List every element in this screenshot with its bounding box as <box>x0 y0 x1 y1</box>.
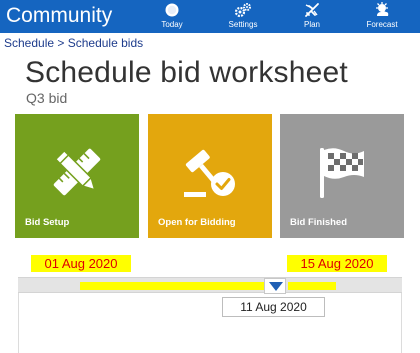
timeline-area <box>18 293 402 353</box>
nav-plan[interactable]: Plan <box>287 2 337 30</box>
nav-forecast[interactable]: Forecast <box>357 2 407 30</box>
nav-settings-label: Settings <box>228 20 258 29</box>
triangle-down-icon <box>269 282 283 291</box>
bid-setup-label: Bid Setup <box>25 217 70 228</box>
nav-plan-label: Plan <box>303 20 320 29</box>
bid-end-date: 15 Aug 2020 <box>287 255 387 272</box>
gavel-check-icon <box>182 144 238 200</box>
breadcrumb-separator: > <box>54 36 68 50</box>
page-title: Schedule bid worksheet <box>25 56 348 89</box>
breadcrumb-schedule-link[interactable]: Schedule <box>4 36 54 50</box>
open-for-bidding-tile[interactable]: Open for Bidding <box>148 114 272 238</box>
timeline-current-marker[interactable] <box>264 278 286 294</box>
nav-forecast-label: Forecast <box>366 20 398 29</box>
weather-forecast-icon <box>357 2 407 18</box>
bid-finished-label: Bid Finished <box>290 217 347 228</box>
nav-today[interactable]: Today <box>147 2 197 30</box>
breadcrumb: Schedule > Schedule bids <box>4 36 143 50</box>
sun-icon <box>147 2 197 18</box>
pencil-ruler-icon <box>49 144 105 200</box>
nav-settings[interactable]: Settings <box>218 2 268 30</box>
app-title: Community <box>6 4 113 27</box>
bid-setup-tile[interactable]: Bid Setup <box>15 114 139 238</box>
app-header: Community Today Settings Plan Forecast <box>0 0 420 33</box>
bid-start-date: 01 Aug 2020 <box>31 255 131 272</box>
breadcrumb-current: Schedule bids <box>67 36 144 50</box>
bid-finished-tile[interactable]: Bid Finished <box>280 114 404 238</box>
checkered-flag-icon <box>314 144 370 200</box>
timeline-track <box>18 277 402 293</box>
current-date-label: 11 Aug 2020 <box>222 297 325 317</box>
open-for-bidding-label: Open for Bidding <box>158 217 236 228</box>
timeline-range-right <box>288 282 336 290</box>
nav-today-label: Today <box>161 20 183 29</box>
page-subtitle: Q3 bid <box>26 90 68 106</box>
gears-icon <box>218 2 268 18</box>
plane-icon <box>287 2 337 18</box>
timeline-range-left <box>80 282 267 290</box>
